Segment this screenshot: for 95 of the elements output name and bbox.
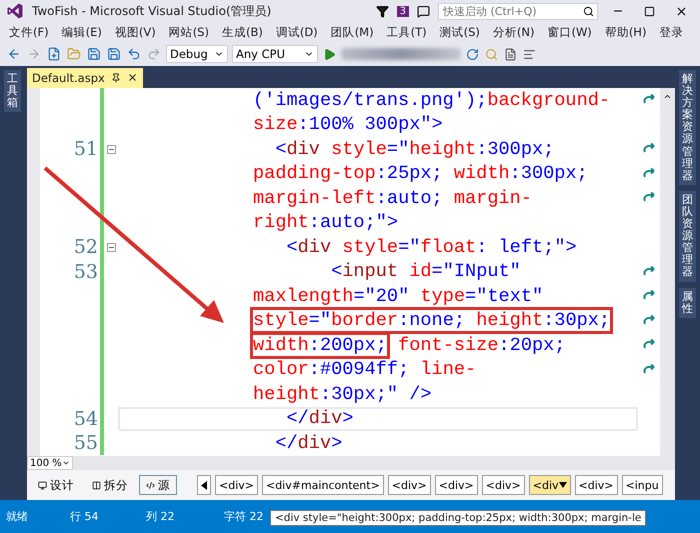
menu-item[interactable]: 窗口(W) bbox=[542, 24, 597, 40]
refresh-button[interactable] bbox=[465, 46, 480, 62]
code-line: </div> bbox=[285, 408, 354, 430]
new-file-icon bbox=[47, 47, 61, 61]
breadcrumb-item[interactable]: <div> bbox=[434, 475, 478, 496]
breadcrumb-item[interactable]: <inpu bbox=[622, 475, 663, 496]
save-all-button[interactable] bbox=[106, 46, 122, 62]
monitor-icon bbox=[38, 480, 47, 490]
folder-icon bbox=[67, 47, 81, 61]
side-panel-tab[interactable]: 工具箱 bbox=[4, 70, 21, 112]
code-line: <input id="INput" bbox=[330, 261, 521, 282]
document-tab[interactable]: Default.aspx bbox=[27, 68, 143, 88]
columns-icon bbox=[92, 480, 101, 490]
code-line: ('images/trans.png');background- bbox=[253, 90, 610, 111]
status-text: 列 22 bbox=[145, 509, 176, 524]
status-text: 行 54 bbox=[69, 509, 100, 524]
tooltip: <div style="height:300px; padding-top:25px; width:300px; margin-le bbox=[270, 510, 646, 526]
vertical-scrollbar[interactable] bbox=[660, 88, 675, 456]
document-icon bbox=[504, 48, 517, 60]
menu-item[interactable]: 调试(D) bbox=[270, 24, 323, 40]
menu-item[interactable]: 分析(N) bbox=[488, 24, 540, 40]
quick-launch-field[interactable]: 快速启动 (Ctrl+Q) bbox=[438, 2, 598, 20]
search-icon bbox=[485, 48, 498, 60]
line-number: 55 bbox=[72, 432, 99, 454]
breadcrumb-item[interactable]: <div bbox=[528, 475, 571, 496]
horizontal-scrollbar[interactable] bbox=[73, 456, 675, 470]
collapse-icon[interactable] bbox=[106, 144, 116, 154]
notification-count: 3 bbox=[396, 6, 409, 16]
status-text: 就绪 bbox=[5, 509, 29, 524]
breadcrumb-item[interactable]: <div#maincontent> bbox=[262, 475, 384, 496]
forward-arrow-icon bbox=[27, 47, 41, 61]
refresh-icon bbox=[466, 48, 479, 60]
window-title: TwoFish - Microsoft Visual Studio(管理员) bbox=[32, 2, 272, 20]
line-number: 53 bbox=[72, 260, 99, 283]
new-project-button[interactable] bbox=[46, 46, 62, 62]
menu-item[interactable]: 编辑(E) bbox=[56, 24, 107, 40]
code-line: size:100% 300px"> bbox=[253, 114, 443, 136]
menu-item[interactable]: 工具(T) bbox=[382, 24, 432, 40]
code-line: width:200px; font-size:20px; bbox=[253, 334, 566, 356]
code-line: maxlength="20" type="text" bbox=[253, 286, 544, 307]
feedback-icon[interactable] bbox=[417, 4, 430, 18]
save-icon bbox=[107, 47, 121, 61]
code-line: right:auto;"> bbox=[253, 212, 398, 234]
code-icon bbox=[146, 480, 155, 490]
code-line: color:#0094ff; line- bbox=[253, 359, 476, 380]
filter-icon[interactable] bbox=[376, 4, 389, 18]
play-icon bbox=[323, 48, 336, 60]
scroll-left-button[interactable] bbox=[197, 475, 211, 496]
code-line: margin-left:auto; margin- bbox=[253, 188, 532, 209]
side-panel-tab[interactable]: 团队资源管理器 bbox=[679, 190, 696, 282]
menu-item[interactable]: 文件(F) bbox=[4, 24, 54, 40]
zoom-dropdown[interactable]: 100 % bbox=[27, 456, 73, 470]
line-number: 51 bbox=[72, 138, 99, 160]
code-line: </div> bbox=[274, 432, 342, 454]
collapse-icon[interactable] bbox=[106, 242, 116, 252]
menu-item[interactable]: 网站(S) bbox=[164, 24, 214, 40]
redo-icon bbox=[147, 47, 161, 61]
menu-item[interactable]: 测试(S) bbox=[434, 24, 485, 40]
line-number: 52 bbox=[72, 236, 99, 258]
close-icon bbox=[675, 4, 688, 18]
code-line: padding-top:25px; width:300px; bbox=[253, 163, 588, 184]
start-button[interactable] bbox=[322, 46, 337, 62]
breadcrumb-item[interactable]: <div> bbox=[388, 475, 431, 496]
view-button[interactable]: 源 bbox=[139, 475, 177, 496]
code-line: height:30px;" /> bbox=[253, 384, 432, 405]
breadcrumb-item[interactable]: <div> bbox=[574, 475, 618, 496]
menu-item[interactable]: 团队(M) bbox=[326, 24, 379, 40]
undo-icon bbox=[127, 47, 141, 61]
code-line: style="border:none; height:30px; bbox=[253, 310, 610, 332]
save-icon bbox=[87, 47, 101, 61]
left-triangle-icon bbox=[201, 480, 207, 490]
sign-in-link[interactable]: 登录 bbox=[654, 24, 688, 40]
code-line: <div style="height:300px; bbox=[274, 138, 554, 160]
pin-icon[interactable] bbox=[110, 72, 121, 83]
side-panel-tab[interactable]: 属性 bbox=[679, 288, 696, 318]
caret-icon bbox=[558, 482, 567, 488]
menu-item[interactable]: 生成(B) bbox=[216, 24, 268, 40]
line-number: 54 bbox=[72, 408, 99, 430]
save-button[interactable] bbox=[86, 46, 102, 62]
status-text: 字符 22 bbox=[223, 509, 264, 524]
lines-icon bbox=[523, 48, 536, 60]
search-icon bbox=[583, 6, 594, 16]
breadcrumb-item[interactable]: <div> bbox=[482, 475, 525, 496]
menu-item[interactable]: 帮助(H) bbox=[600, 24, 652, 40]
breadcrumb-item[interactable]: <div> bbox=[215, 475, 258, 496]
code-line: <div style="float: left;"> bbox=[285, 236, 577, 258]
document-button[interactable] bbox=[503, 46, 518, 62]
platform-dropdown[interactable]: Any CPU bbox=[232, 45, 318, 63]
undo-button[interactable] bbox=[126, 46, 142, 62]
side-panel-tab[interactable]: 解决方案资源管理器 bbox=[679, 70, 696, 185]
configuration-dropdown[interactable]: Debug bbox=[166, 45, 228, 63]
close-icon[interactable] bbox=[126, 72, 138, 84]
app-logo-icon bbox=[6, 2, 24, 20]
menu-item[interactable]: 视图(V) bbox=[110, 24, 161, 40]
maximize-icon bbox=[644, 6, 655, 16]
